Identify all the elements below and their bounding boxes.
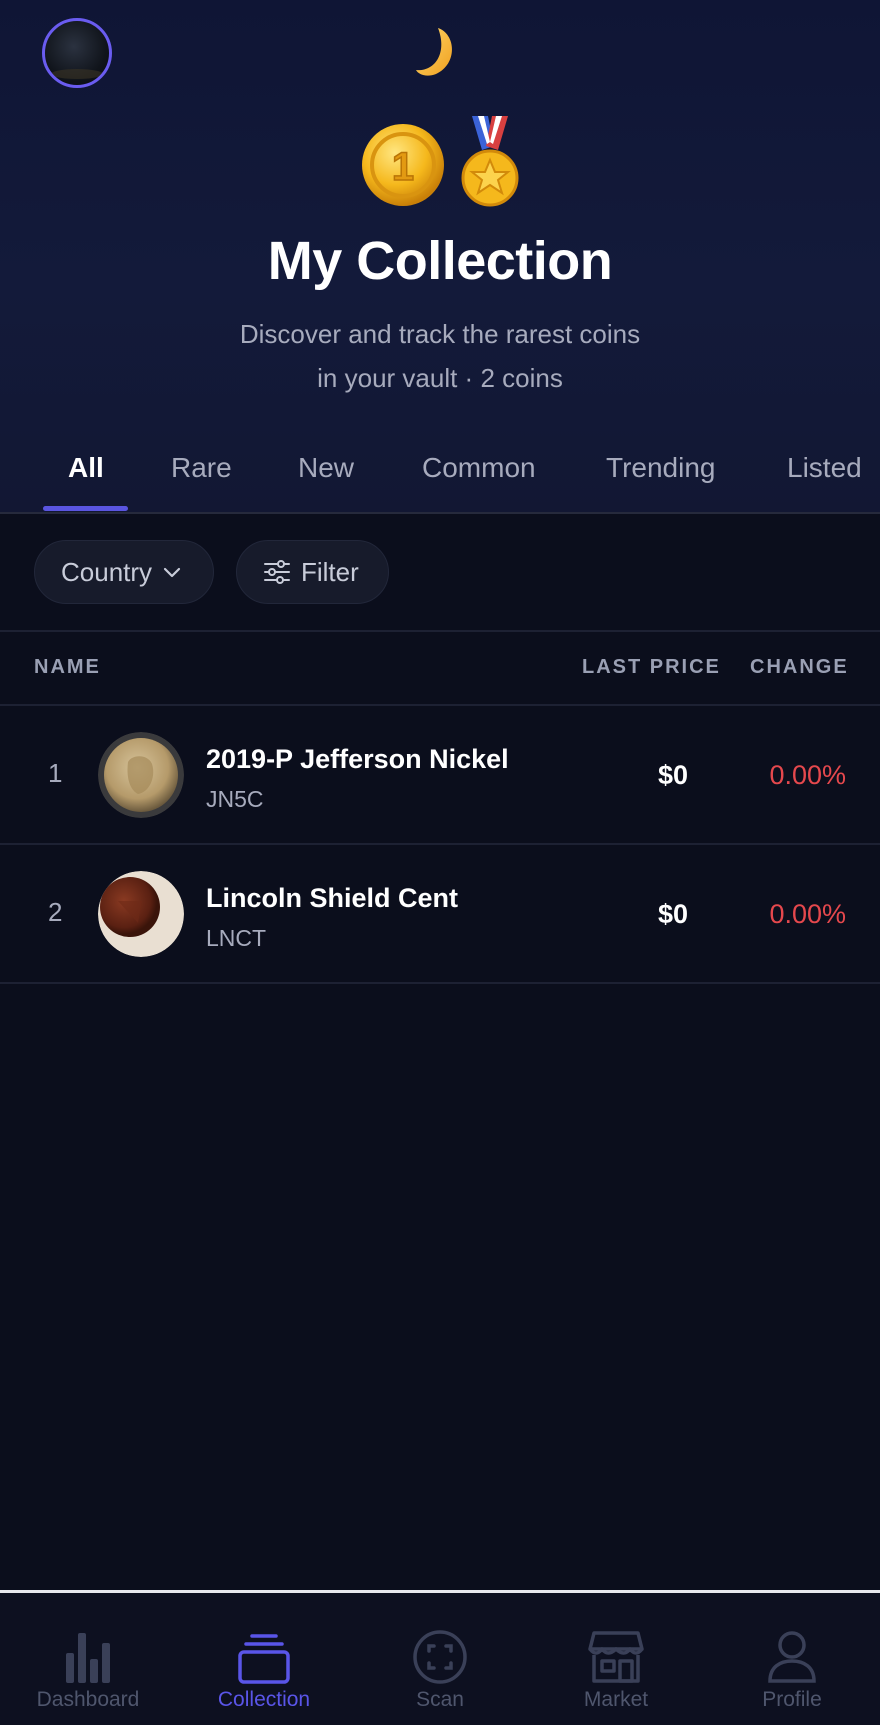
nav-profile[interactable]: Profile xyxy=(704,1593,880,1725)
header-emoji-row: 1 xyxy=(0,112,880,208)
coin-thumbnail xyxy=(98,871,184,957)
page-title: My Collection xyxy=(267,231,613,291)
coin-symbol: JN5C xyxy=(206,786,264,812)
coin-symbol: LNCT xyxy=(206,925,267,951)
tab-new[interactable]: New xyxy=(298,452,354,484)
tab-common[interactable]: Common xyxy=(422,452,536,484)
nav-scan[interactable]: Scan xyxy=(352,1593,528,1725)
divider xyxy=(0,982,880,984)
medal-emoji xyxy=(461,116,519,207)
bar-chart-icon xyxy=(66,1633,110,1683)
tab-all[interactable]: All xyxy=(68,452,104,484)
filter-label: Filter xyxy=(301,556,359,587)
nav-label: Market xyxy=(583,1688,649,1711)
nav-label: Dashboard xyxy=(36,1688,140,1711)
divider xyxy=(0,630,880,632)
row-rank: 2 xyxy=(48,897,63,927)
tab-rare[interactable]: Rare xyxy=(171,452,232,484)
column-header-name[interactable]: NAME xyxy=(34,656,101,679)
category-tabs: All Rare New Common Trending Listed xyxy=(0,440,880,514)
coin-one-emoji: 1 xyxy=(362,124,444,206)
sliders-icon xyxy=(264,560,290,584)
nav-label: Collection xyxy=(217,1688,311,1711)
column-header-change[interactable]: CHANGE xyxy=(750,656,849,679)
bottom-navigation: Dashboard Collection Scan Market Profile xyxy=(0,1590,880,1725)
tab-trending[interactable]: Trending xyxy=(606,452,715,484)
moon-icon[interactable] xyxy=(412,24,460,80)
coin-change: 0.00% xyxy=(769,899,846,929)
scan-icon xyxy=(413,1630,467,1684)
country-dropdown[interactable]: Country xyxy=(34,540,214,604)
nav-collection[interactable]: Collection xyxy=(176,1593,352,1725)
nav-label: Profile xyxy=(762,1688,822,1711)
avatar[interactable] xyxy=(42,18,112,88)
coin-name: Lincoln Shield Cent xyxy=(206,883,459,913)
country-label: Country xyxy=(61,556,153,587)
coin-change: 0.00% xyxy=(769,760,846,790)
stack-icon xyxy=(238,1634,290,1684)
svg-text:1: 1 xyxy=(392,145,414,189)
coin-price: $0 xyxy=(657,760,688,790)
subtitle-line-2: in your vault · 2 coins xyxy=(317,363,563,393)
collection-screen: 1 My Collection Discover and track the r… xyxy=(0,0,880,1725)
column-header-last-price[interactable]: LAST PRICE xyxy=(582,656,721,679)
active-tab-indicator xyxy=(43,506,128,511)
tab-listed[interactable]: Listed xyxy=(787,452,862,484)
table-row[interactable]: 1 2019-P Jefferson Nickel JN5C $0 0.00% xyxy=(0,706,880,844)
person-icon xyxy=(768,1631,816,1683)
nav-dashboard[interactable]: Dashboard xyxy=(0,1593,176,1725)
coin-name: 2019-P Jefferson Nickel xyxy=(206,744,509,774)
subtitle-line-1: Discover and track the rarest coins xyxy=(239,319,641,349)
hero-header: 1 My Collection Discover and track the r… xyxy=(0,0,880,512)
row-rank: 1 xyxy=(48,758,63,788)
filter-button[interactable]: Filter xyxy=(236,540,389,604)
coin-price: $0 xyxy=(657,899,688,929)
page-subtitle: Discover and track the rarest coins in y… xyxy=(160,312,720,400)
chevron-down-icon xyxy=(163,567,181,578)
nav-market[interactable]: Market xyxy=(528,1593,704,1725)
coin-thumbnail xyxy=(98,732,184,818)
table-row[interactable]: 2 Lincoln Shield Cent LNCT $0 0.00% xyxy=(0,845,880,983)
store-icon xyxy=(588,1631,644,1683)
nav-label: Scan xyxy=(416,1688,464,1711)
